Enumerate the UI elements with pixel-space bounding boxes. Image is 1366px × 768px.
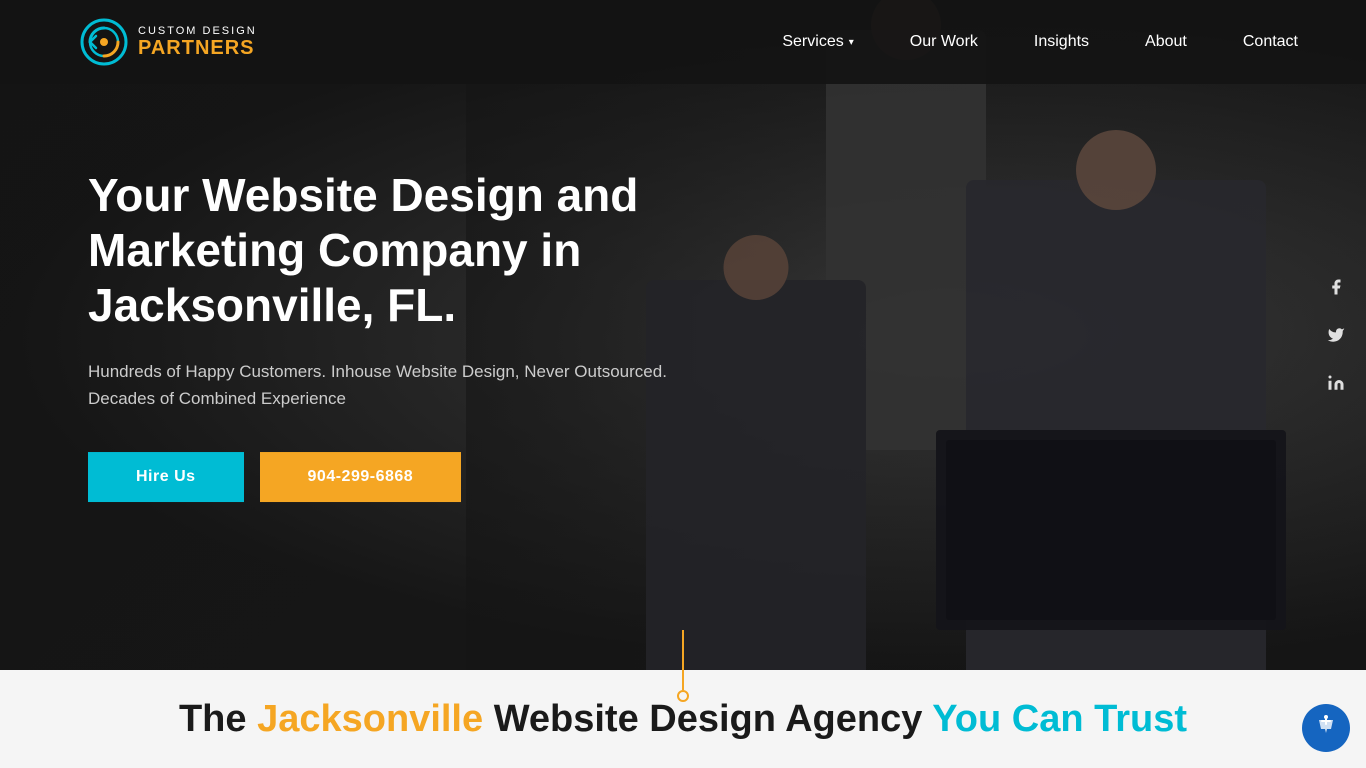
bottom-text-part1: The (179, 698, 257, 740)
hero-subtitle: Hundreds of Happy Customers. Inhouse Web… (88, 358, 688, 412)
hero-title: Your Website Design and Marketing Compan… (88, 168, 818, 334)
logo-bottom-line: PARTNERS (138, 37, 257, 59)
nav-our-work[interactable]: Our Work (882, 0, 1006, 84)
phone-button[interactable]: 904-299-6868 (260, 452, 462, 502)
social-bar (1322, 273, 1350, 397)
bottom-text-part2: Website Design Agency (483, 698, 932, 740)
nav-contact[interactable]: Contact (1215, 0, 1326, 84)
nav-about[interactable]: About (1117, 0, 1215, 84)
line-dot (677, 690, 689, 702)
logo-top-line: CUSTOM DESIGN (138, 25, 257, 37)
facebook-icon[interactable] (1322, 273, 1350, 301)
site-header: CUSTOM DESIGN PARTNERS Services ▾ Our Wo… (0, 0, 1366, 84)
hire-us-button[interactable]: Hire Us (88, 452, 244, 502)
bottom-text-highlight: Jacksonville (257, 698, 483, 740)
twitter-icon[interactable] (1322, 321, 1350, 349)
vertical-line (682, 630, 684, 690)
services-dropdown-arrow: ▾ (849, 37, 854, 48)
bottom-heading: The Jacksonville Website Design Agency Y… (179, 698, 1187, 741)
hero-content: Your Website Design and Marketing Compan… (88, 168, 818, 502)
logo-icon (80, 18, 128, 66)
linkedin-icon[interactable] (1322, 369, 1350, 397)
hero-section: Your Website Design and Marketing Compan… (0, 0, 1366, 670)
logo[interactable]: CUSTOM DESIGN PARTNERS (80, 18, 257, 66)
hero-buttons: Hire Us 904-299-6868 (88, 452, 818, 502)
accessibility-icon (1314, 713, 1338, 743)
main-nav: Services ▾ Our Work Insights About Conta… (754, 0, 1326, 84)
bottom-text-highlight2: You Can Trust (932, 698, 1187, 740)
laptop-prop (936, 430, 1286, 630)
nav-services[interactable]: Services ▾ (754, 0, 881, 84)
nav-insights[interactable]: Insights (1006, 0, 1117, 84)
decorative-line (677, 630, 689, 702)
logo-text: CUSTOM DESIGN PARTNERS (138, 25, 257, 59)
accessibility-button[interactable] (1302, 704, 1350, 752)
bottom-section: The Jacksonville Website Design Agency Y… (0, 670, 1366, 768)
